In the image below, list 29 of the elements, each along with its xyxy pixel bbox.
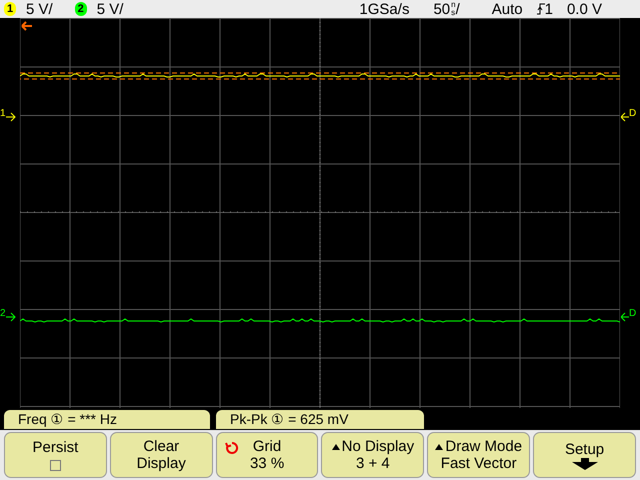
channel-badge: 1 xyxy=(4,2,16,16)
softkey[interactable]: Setup xyxy=(533,432,636,478)
rising-edge-icon xyxy=(536,3,545,15)
triangle-up-icon xyxy=(435,444,444,450)
measurement-readout: Freq ① = *** Hz xyxy=(4,410,210,428)
softkey[interactable]: Draw Mode Fast Vector xyxy=(427,432,530,478)
softkey[interactable]: Persist xyxy=(4,432,107,478)
arrow-icon xyxy=(621,112,629,122)
coupling-label: D xyxy=(629,308,636,318)
softkey[interactable]: No Display 3 + 4 xyxy=(321,432,424,478)
trigger-position-icon xyxy=(21,21,33,31)
trigger-mode: Auto xyxy=(492,0,523,18)
arrow-icon xyxy=(6,312,16,322)
softkey[interactable]: Grid 33 % xyxy=(216,432,318,478)
trigger-source: 1 xyxy=(544,0,553,18)
down-arrow-icon xyxy=(572,458,598,470)
sample-rate: 1GSa/s xyxy=(359,0,410,18)
channel-scale: 5 V/ xyxy=(26,0,53,18)
trigger-level: 0.0 V xyxy=(566,0,602,18)
arrow-icon xyxy=(621,312,629,322)
rotate-knob-icon xyxy=(224,441,239,455)
triangle-up-icon xyxy=(332,444,340,450)
softkey[interactable]: Clear Display xyxy=(110,432,213,478)
channel-badge: 2 xyxy=(74,2,87,16)
checkbox[interactable] xyxy=(50,460,61,471)
coupling-label: D xyxy=(629,108,636,118)
channel-scale: 5 V/ xyxy=(96,0,124,18)
measurement-readout: Pk-Pk ① = 625 mV xyxy=(216,410,424,428)
arrow-icon xyxy=(6,112,16,122)
